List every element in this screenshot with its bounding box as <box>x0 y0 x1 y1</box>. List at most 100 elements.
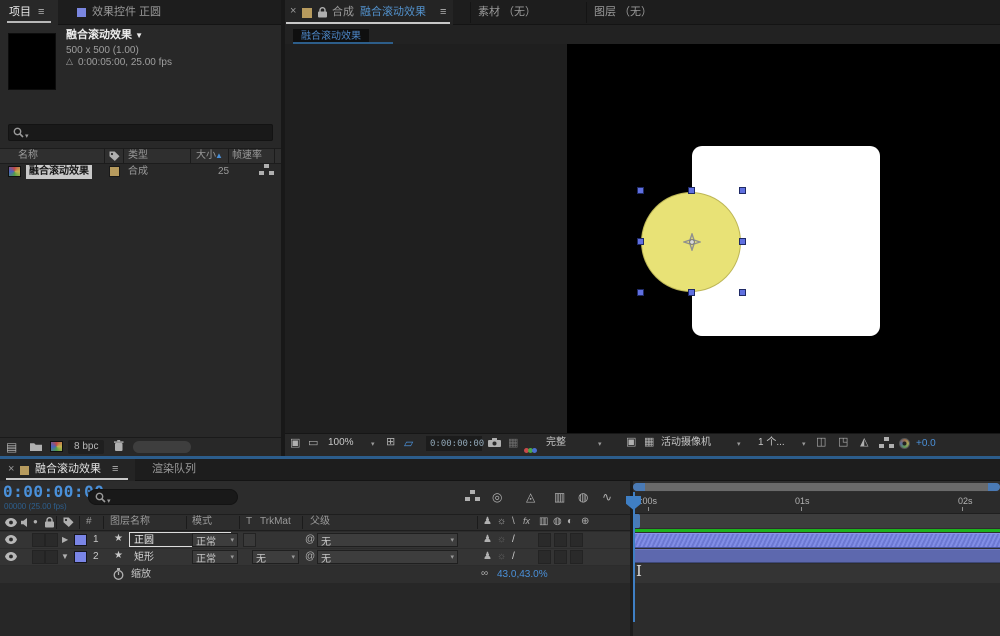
primary-viewer-icon[interactable]: ▭ <box>308 438 318 449</box>
resolution-chevron-icon[interactable]: ▾ <box>598 441 602 448</box>
layer-name[interactable]: 正圆 <box>134 536 154 546</box>
blend-mode-dropdown[interactable]: 正常▾ <box>192 533 238 547</box>
trash-icon[interactable] <box>114 440 124 451</box>
fast-preview-icon[interactable]: ◳ <box>838 437 848 448</box>
switch-cell[interactable] <box>538 533 551 547</box>
shy-toggle-icon[interactable]: ♟ <box>483 535 492 545</box>
column-type[interactable]: 类型 <box>128 151 148 161</box>
blend-mode-dropdown[interactable]: 正常▾ <box>192 550 238 564</box>
label-column-tag-icon[interactable] <box>109 151 120 162</box>
item-label-color-chip[interactable] <box>109 166 120 177</box>
view-layout-chevron-icon[interactable]: ▾ <box>802 441 806 448</box>
view-layout-value[interactable]: 1 个... <box>758 438 785 448</box>
magnification-chevron-icon[interactable]: ▾ <box>371 441 375 448</box>
layer-bar-2[interactable] <box>633 549 1000 563</box>
grid-guides-icon[interactable]: ⊞ <box>386 437 395 448</box>
comp-mini-flowchart-icon[interactable] <box>470 490 475 494</box>
bit-depth-button[interactable]: 8 bpc <box>68 440 104 454</box>
selection-handle[interactable] <box>739 289 746 296</box>
tab-layer[interactable]: 图层 （无） <box>594 7 652 18</box>
pixel-aspect-correction-icon[interactable]: ◫ <box>816 437 826 448</box>
project-item-name[interactable]: 融合滚动效果 <box>26 165 92 179</box>
viewer-tab-title[interactable]: 融合滚动效果 <box>360 7 426 18</box>
switch-cell[interactable] <box>554 533 567 547</box>
selection-handle[interactable] <box>637 289 644 296</box>
switch-cell[interactable] <box>570 533 583 547</box>
navigator-start-handle[interactable] <box>633 483 645 491</box>
eye-icon[interactable] <box>5 552 17 561</box>
switch-cell[interactable] <box>538 550 551 564</box>
reset-exposure-icon[interactable] <box>899 438 910 449</box>
resolution-value[interactable]: 完整 <box>546 438 566 448</box>
audio-toggle-cell[interactable] <box>32 533 45 547</box>
audio-toggle-cell[interactable] <box>32 550 45 564</box>
expand-arrow-icon[interactable]: ▶ <box>62 536 68 544</box>
project-scrollbar-thumb[interactable] <box>133 441 191 453</box>
column-framerate[interactable]: 帧速率 <box>232 151 262 161</box>
navigator-end-handle[interactable] <box>988 483 1000 491</box>
quality-toggle-icon[interactable]: / <box>512 552 515 562</box>
transparency-grid-icon[interactable]: ▦ <box>644 437 654 448</box>
search-options-chevron-icon[interactable]: ▾ <box>107 498 111 505</box>
column-name[interactable]: 名称 <box>18 151 38 161</box>
timeline-button-icon[interactable]: ◭ <box>860 437 868 448</box>
parent-pickwhip-icon[interactable]: @ <box>305 535 315 545</box>
exposure-value[interactable]: +0.0 <box>916 439 936 449</box>
layer-label-chip[interactable] <box>74 534 87 546</box>
tab-render-queue[interactable]: 渲染队列 <box>152 464 196 475</box>
magnification-value[interactable]: 100% <box>328 438 354 448</box>
search-options-chevron-icon[interactable]: ▾ <box>25 133 29 140</box>
parent-pickwhip-icon[interactable]: @ <box>305 552 315 562</box>
layer-label-chip[interactable] <box>74 551 87 563</box>
comp-thumbnail[interactable] <box>8 33 56 90</box>
collapse-arrow-icon[interactable]: ▼ <box>61 553 69 561</box>
selection-handle[interactable] <box>637 238 644 245</box>
shy-toggle-icon[interactable]: ♟ <box>483 552 492 562</box>
composition-canvas[interactable] <box>285 44 1000 433</box>
camera-chevron-icon[interactable]: ▾ <box>737 441 741 448</box>
collapse-toggle-icon[interactable]: ☼ <box>497 552 506 562</box>
new-folder-icon[interactable] <box>30 442 42 451</box>
timeline-tab-title[interactable]: 融合滚动效果 <box>35 464 101 475</box>
selection-handle[interactable] <box>739 187 746 194</box>
property-value[interactable]: 43.0,43.0% <box>497 570 548 580</box>
selection-handle[interactable] <box>739 238 746 245</box>
tab-effect-controls[interactable]: 效果控件 正圆 <box>92 7 161 18</box>
hide-shy-layers-icon[interactable]: ◬ <box>526 491 535 503</box>
always-preview-icon[interactable]: ▣ <box>290 438 300 449</box>
column-size[interactable]: 大小 <box>196 151 216 161</box>
layer-name[interactable]: 矩形 <box>134 553 154 563</box>
comp-title-dropdown-icon[interactable]: ▼ <box>135 31 143 40</box>
snapshot-camera-icon[interactable] <box>488 438 501 447</box>
comp-title[interactable]: 融合滚动效果 ▼ <box>66 30 143 41</box>
trkmat-dropdown[interactable]: 无▾ <box>252 550 299 564</box>
lock-icon[interactable] <box>318 7 327 18</box>
project-search-input[interactable] <box>8 124 273 141</box>
playhead-line[interactable] <box>633 492 635 622</box>
motion-blur-icon[interactable]: ◍ <box>578 491 588 503</box>
quality-toggle-icon[interactable]: / <box>512 535 515 545</box>
selection-handle[interactable] <box>688 187 695 194</box>
work-area-bar[interactable] <box>633 514 1000 528</box>
selection-handle[interactable] <box>688 289 695 296</box>
draft-3d-icon[interactable]: ◎ <box>492 491 502 503</box>
viewer-tab-close-icon[interactable]: × <box>290 6 296 17</box>
selection-handle[interactable] <box>637 187 644 194</box>
link-dimensions-icon[interactable]: ∞ <box>481 569 488 579</box>
time-ruler[interactable] <box>633 492 1000 514</box>
viewer-panel-menu-icon[interactable]: ≡ <box>440 7 446 18</box>
column-mode[interactable]: 模式 <box>192 517 212 527</box>
sort-ascending-icon[interactable]: ▲ <box>215 152 223 160</box>
switch-cell[interactable] <box>570 550 583 564</box>
viewer-timecode[interactable]: 0:00:00:00 <box>430 440 484 449</box>
frame-blend-icon[interactable]: ▥ <box>554 491 565 503</box>
graph-editor-icon[interactable]: ∿ <box>602 491 612 503</box>
stopwatch-icon[interactable] <box>113 568 124 580</box>
timeline-tab-close-icon[interactable]: × <box>8 464 14 475</box>
active-camera-value[interactable]: 活动摄像机 <box>661 438 711 448</box>
interpret-footage-icon[interactable]: ▤ <box>6 441 17 453</box>
anchor-point-icon[interactable] <box>683 233 701 251</box>
eye-icon[interactable] <box>5 535 17 544</box>
solo-toggle-cell[interactable] <box>45 533 58 547</box>
column-layer-name[interactable]: 图层名称 <box>110 517 150 527</box>
